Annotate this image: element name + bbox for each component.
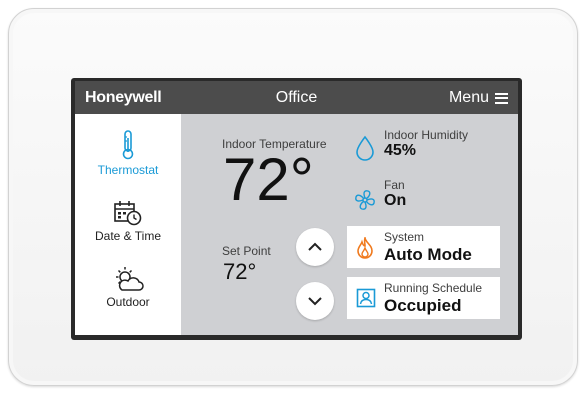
- setpoint-down-button[interactable]: [296, 282, 334, 320]
- chevron-up-icon: [308, 242, 322, 251]
- humidity-stat: Indoor Humidity 45%: [384, 128, 468, 160]
- calendar-clock-icon: [114, 201, 142, 226]
- running-schedule-card[interactable]: Running Schedule Occupied: [347, 277, 500, 319]
- fan-icon: [355, 190, 375, 210]
- hamburger-icon: [495, 92, 508, 104]
- sidebar-item-thermostat[interactable]: Thermostat: [75, 130, 181, 177]
- flame-icon: [357, 237, 373, 259]
- fan-label: Fan: [384, 178, 405, 192]
- sidebar-item-label: Outdoor: [106, 295, 150, 309]
- sidebar-item-label: Thermostat: [97, 163, 159, 177]
- sidebar-item-outdoor[interactable]: Outdoor: [75, 266, 181, 309]
- system-value: Auto Mode: [384, 245, 472, 264]
- person-schedule-icon: [356, 288, 376, 308]
- indoor-temperature-value: 72°: [223, 146, 314, 213]
- sun-cloud-icon: [116, 267, 144, 291]
- humidity-label: Indoor Humidity: [384, 128, 469, 142]
- sidebar-item-label: Date & Time: [94, 229, 162, 243]
- schedule-value: Occupied: [384, 296, 462, 315]
- thermometer-icon: [122, 130, 134, 160]
- system-mode-card[interactable]: System Auto Mode: [347, 226, 500, 268]
- fan-stat: Fan On: [384, 178, 406, 210]
- thermostat-screen: Honeywell Office Menu Thermostat Date & …: [75, 81, 518, 335]
- humidity-value: 45%: [384, 142, 417, 159]
- sidebar-item-date-time[interactable]: Date & Time: [75, 200, 181, 243]
- setpoint-label: Set Point: [222, 244, 271, 258]
- setpoint-value: 72°: [223, 259, 257, 284]
- menu-label: Menu: [448, 89, 489, 106]
- menu-button[interactable]: Menu: [447, 86, 510, 110]
- droplet-icon: [356, 135, 374, 161]
- setpoint-up-button[interactable]: [296, 228, 334, 266]
- schedule-label: Running Schedule: [384, 281, 483, 295]
- main-panel: Indoor Temperature 72° Set Point 72° Ind…: [181, 114, 518, 335]
- fan-value: On: [384, 192, 407, 209]
- sidebar: Thermostat Date & Time Outdoor: [75, 114, 181, 335]
- header-bar: Honeywell Office Menu: [75, 81, 518, 114]
- chevron-down-icon: [308, 297, 322, 306]
- system-label: System: [384, 230, 425, 244]
